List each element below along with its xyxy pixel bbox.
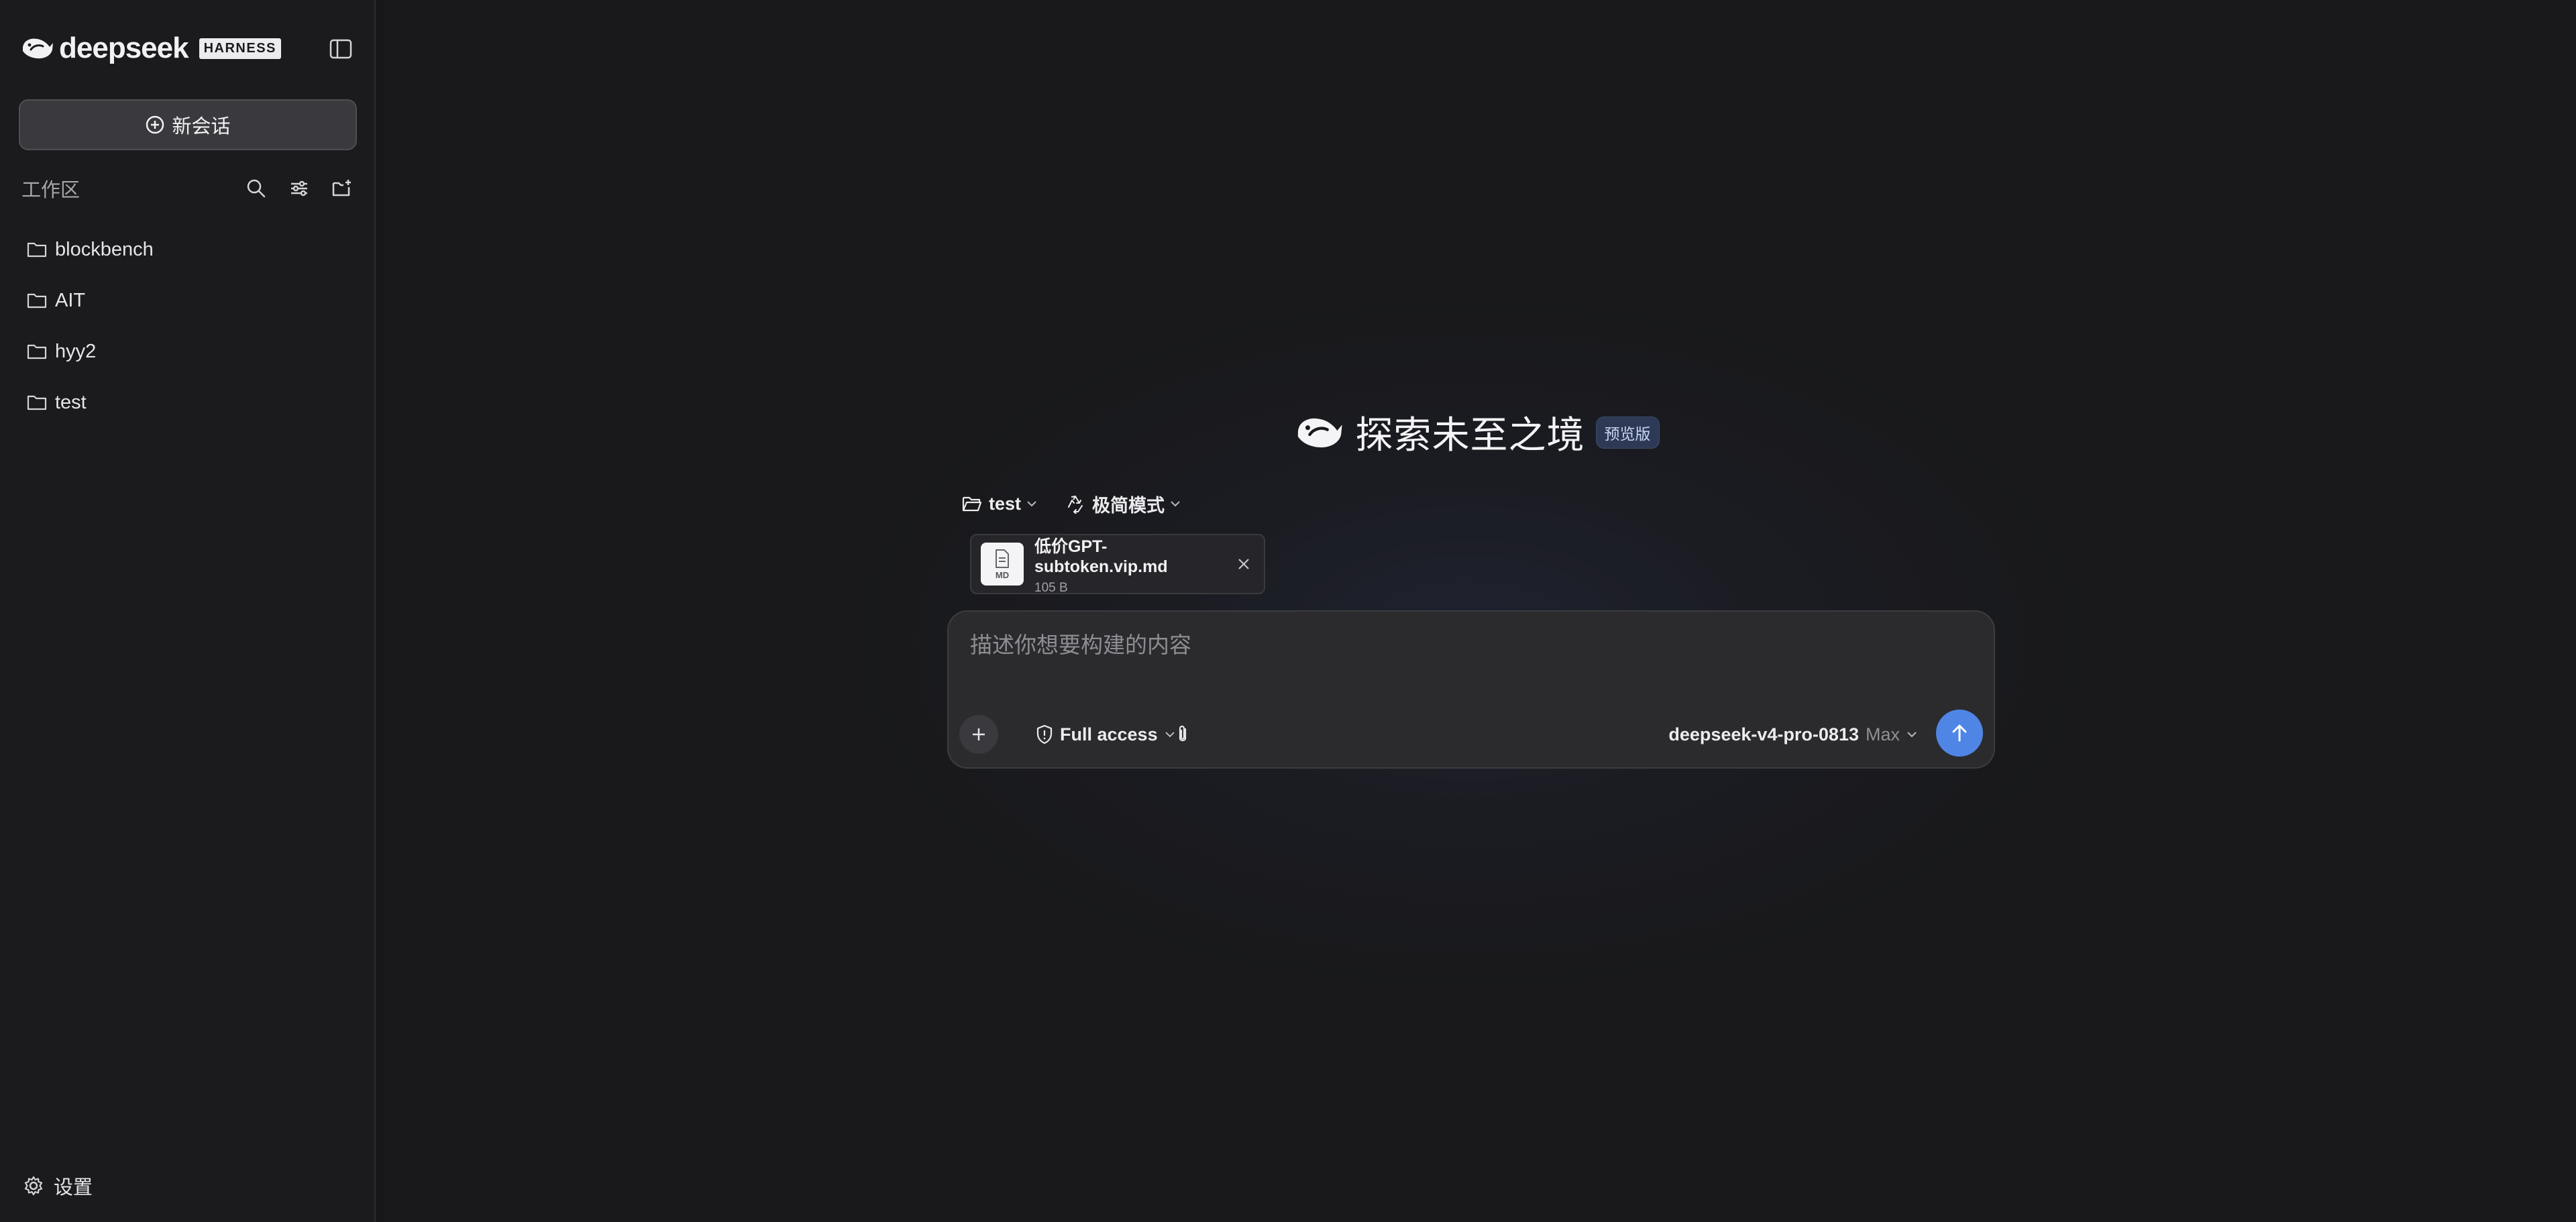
folder-icon: [27, 293, 47, 309]
paperclip-icon: [1179, 725, 1187, 742]
new-chat-label: 新会话: [172, 116, 231, 137]
add-button[interactable]: [959, 715, 998, 754]
workspace-item-blockbench[interactable]: blockbench: [27, 224, 356, 275]
arrow-up-icon: [1952, 724, 1967, 742]
folder-plus-icon: [332, 180, 351, 197]
prompt-input[interactable]: [969, 625, 1962, 665]
brand-badge: HARNESS: [199, 38, 281, 59]
file-size: 105 B: [1034, 580, 1068, 595]
settings-button[interactable]: 设置: [23, 1171, 93, 1201]
document-icon: [996, 549, 1009, 568]
file-icon: MD: [981, 543, 1024, 586]
workspace-item-ait[interactable]: AIT: [27, 275, 356, 326]
model-selector[interactable]: deepseek-v4-pro-0813 Max: [1668, 719, 1919, 750]
file-meta: 低价GPT-subtoken.vip.md 105 B: [1034, 533, 1230, 596]
workspace-filter-button[interactable]: [284, 174, 314, 203]
sidebar: deepseek HARNESS 新会话 工作区 blockbench AIT …: [0, 0, 376, 1222]
folder-selector[interactable]: test: [962, 494, 1038, 514]
chevron-down-icon: [1907, 732, 1917, 738]
workspace-item-hyy2[interactable]: hyy2: [27, 326, 356, 377]
settings-label: 设置: [54, 1177, 93, 1199]
folder-icon: [27, 242, 47, 258]
access-selector[interactable]: Full access: [1036, 719, 1177, 750]
whale-logo-icon: [23, 38, 53, 59]
file-type-label: MD: [995, 569, 1010, 580]
whale-logo-icon: [1297, 418, 1342, 447]
composer: Full access deepseek-v4-pro-0813 Max: [947, 610, 1995, 769]
recycle-icon: [1068, 496, 1083, 514]
main-panel: 探索未至之境 预览版 test 极简模式 MD 低价GPT-subtoken.v…: [377, 0, 2576, 1222]
model-level: Max: [1865, 724, 1900, 744]
chevron-down-icon: [1171, 501, 1180, 507]
workspace-item-label: hyy2: [55, 340, 97, 362]
context-selectors: test 极简模式: [962, 488, 1182, 519]
mode-selector[interactable]: 极简模式: [1065, 491, 1182, 517]
file-name: 低价GPT-subtoken.vip.md: [1034, 537, 1168, 576]
workspace-item-test[interactable]: test: [27, 377, 356, 428]
workspace-list: blockbench AIT hyy2 test: [27, 224, 356, 428]
send-button[interactable]: [1936, 710, 1983, 757]
sidebar-toggle-button[interactable]: [326, 34, 356, 64]
workspace-title: 工作区: [21, 180, 80, 201]
gear-icon: [24, 1176, 43, 1196]
folder-open-icon: [962, 496, 982, 512]
app-window: deepseek HARNESS 新会话 工作区 blockbench AIT …: [0, 0, 2576, 1222]
search-icon: [247, 179, 266, 198]
plus-circle-icon: [146, 115, 164, 134]
new-chat-button[interactable]: 新会话: [19, 99, 357, 150]
workspace-search-button[interactable]: [241, 174, 271, 203]
brand: deepseek HARNESS: [20, 32, 281, 64]
preview-badge: 预览版: [1595, 416, 1660, 449]
brand-name: deepseek: [59, 32, 189, 64]
hero-title: 探索未至之境: [1355, 414, 1585, 456]
access-label: Full access: [1060, 724, 1158, 744]
shield-icon: [1036, 724, 1053, 744]
attachment-chip: MD 低价GPT-subtoken.vip.md 105 B: [970, 533, 1265, 596]
chevron-down-icon: [1027, 501, 1036, 507]
folder-icon: [27, 395, 47, 410]
remove-attachment-button[interactable]: [1230, 551, 1257, 577]
folder-selector-label: test: [989, 493, 1022, 514]
workspace-item-label: AIT: [55, 289, 86, 311]
workspace-item-label: test: [55, 391, 87, 413]
plus-icon: [973, 728, 985, 740]
mode-selector-label: 极简模式: [1092, 495, 1165, 516]
workspace-header: 工作区: [21, 173, 357, 204]
new-folder-button[interactable]: [327, 174, 357, 203]
sidebar-toggle-icon: [329, 39, 352, 59]
close-icon: [1238, 559, 1249, 569]
model-name: deepseek-v4-pro-0813: [1668, 724, 1859, 744]
hero: 探索未至之境 预览版: [377, 405, 2576, 459]
attach-file-button[interactable]: [1167, 719, 1198, 750]
workspace-item-label: blockbench: [55, 238, 154, 260]
folder-icon: [27, 344, 47, 359]
sliders-icon: [291, 180, 307, 197]
